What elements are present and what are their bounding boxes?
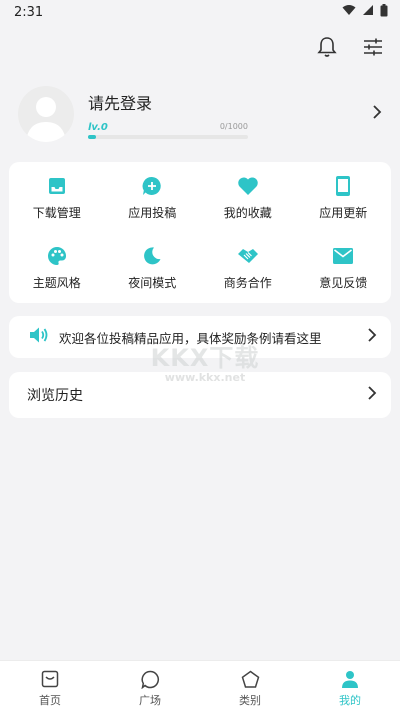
profile-header[interactable]: 请先登录 lv.0 0/1000 — [18, 84, 388, 144]
grid-label: 主题风格 — [32, 276, 81, 290]
grid-item-app-submit[interactable]: 应用投稿 — [105, 174, 201, 234]
chat-bubble-icon — [140, 669, 160, 689]
grid-label: 下载管理 — [32, 206, 81, 220]
palette-icon — [45, 244, 69, 268]
grid-item-favorites[interactable]: 我的收藏 — [200, 174, 296, 234]
pentagon-icon — [240, 669, 260, 689]
mail-icon — [331, 244, 355, 268]
nav-square[interactable]: 广场 — [100, 661, 200, 711]
grid-label: 应用更新 — [319, 206, 368, 220]
nav-mine[interactable]: 我的 — [300, 661, 400, 711]
history-label: 浏览历史 — [27, 388, 83, 404]
default-avatar-icon — [26, 97, 66, 142]
grid-label: 商务合作 — [223, 276, 272, 290]
home-icon — [40, 669, 60, 689]
nav-label: 类别 — [239, 694, 261, 707]
login-prompt[interactable]: 请先登录 — [88, 90, 248, 114]
handshake-icon — [236, 244, 260, 268]
nav-category[interactable]: 类别 — [200, 661, 300, 711]
bell-icon[interactable] — [316, 36, 338, 58]
status-time: 2:31 — [14, 4, 44, 20]
exp-progress-bar — [88, 134, 248, 139]
exp-progress-fill — [88, 134, 96, 139]
grid-item-download-manager[interactable]: 下载管理 — [9, 174, 105, 234]
signal-icon — [362, 4, 374, 20]
inbox-icon — [45, 174, 69, 198]
grid-row: 主题风格 夜间模式 商务合作 意见反馈 — [9, 244, 391, 304]
nav-label: 广场 — [139, 694, 161, 707]
grid-label: 我的收藏 — [223, 206, 272, 220]
level-label: lv.0 — [88, 121, 108, 133]
nav-label: 首页 — [39, 694, 61, 707]
status-bar: 2:31 — [0, 0, 400, 24]
exp-label: 0/1000 — [219, 121, 248, 131]
feature-grid-card: 下载管理 应用投稿 我的收藏 应用更新 主题风格 夜间模式 商务合作 意见反馈 — [9, 162, 391, 303]
chevron-right-icon[interactable] — [372, 104, 382, 124]
wifi-icon — [342, 4, 356, 20]
submission-notice[interactable]: 欢迎各位投稿精品应用，具体奖励条例请看这里 — [9, 316, 391, 358]
top-actions — [316, 36, 384, 58]
level-row: lv.0 0/1000 — [88, 122, 248, 133]
grid-label: 应用投稿 — [128, 206, 177, 220]
grid-label: 意见反馈 — [319, 276, 368, 290]
heart-icon — [236, 174, 260, 198]
notice-text: 欢迎各位投稿精品应用，具体奖励条例请看这里 — [59, 330, 322, 346]
sliders-icon[interactable] — [362, 36, 384, 58]
profile-info: 请先登录 lv.0 0/1000 — [88, 90, 248, 139]
battery-icon — [380, 3, 388, 21]
grid-label: 夜间模式 — [128, 276, 177, 290]
chevron-right-icon — [367, 327, 377, 347]
grid-item-app-update[interactable]: 应用更新 — [296, 174, 392, 234]
chat-plus-icon — [140, 174, 164, 198]
speaker-icon — [29, 326, 49, 348]
grid-item-theme[interactable]: 主题风格 — [9, 244, 105, 304]
status-icons — [342, 3, 388, 21]
moon-icon — [140, 244, 164, 268]
nav-label: 我的 — [339, 694, 361, 707]
grid-item-business[interactable]: 商务合作 — [200, 244, 296, 304]
browse-history-item[interactable]: 浏览历史 — [9, 372, 391, 418]
grid-item-night-mode[interactable]: 夜间模式 — [105, 244, 201, 304]
phone-icon — [331, 174, 355, 198]
grid-row: 下载管理 应用投稿 我的收藏 应用更新 — [9, 174, 391, 234]
bottom-nav: 首页 广场 类别 我的 — [0, 660, 400, 711]
grid-item-feedback[interactable]: 意见反馈 — [296, 244, 392, 304]
avatar[interactable] — [18, 86, 74, 142]
chevron-right-icon — [367, 385, 377, 405]
nav-home[interactable]: 首页 — [0, 661, 100, 711]
user-icon — [340, 669, 360, 689]
